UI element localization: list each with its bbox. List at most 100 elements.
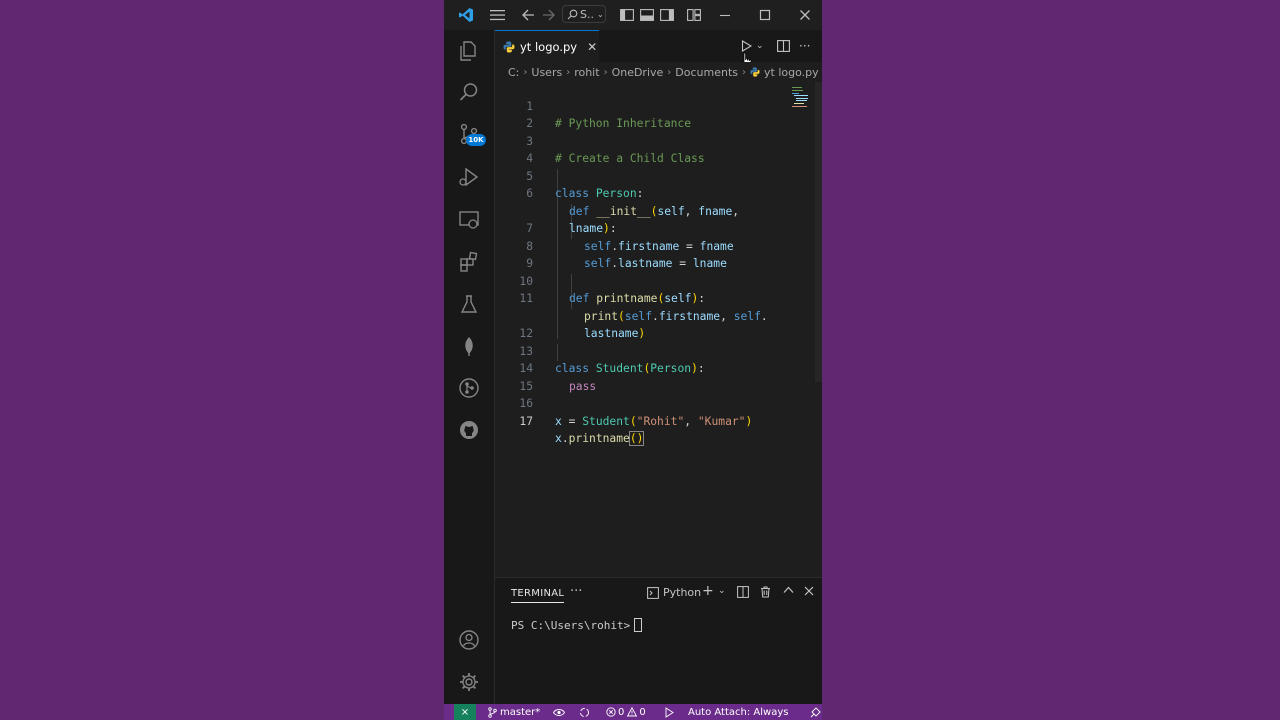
toggle-panel-icon[interactable] — [640, 6, 654, 24]
code-line: 15 — [495, 360, 815, 393]
background-left — [0, 0, 444, 720]
toggle-sidebar-icon[interactable] — [620, 6, 634, 24]
split-editor-icon[interactable] — [777, 38, 790, 54]
line-content: x = Student("Rohit", "Kumar") — [555, 414, 753, 428]
auto-attach-label: Auto Attach: Always — [688, 706, 789, 718]
editor-scrollbar[interactable] — [815, 82, 822, 382]
breadcrumb-item[interactable]: rohit — [574, 66, 599, 79]
background-right — [822, 0, 1280, 720]
code-line: 12 — [495, 308, 815, 340]
play-icon — [741, 40, 752, 52]
more-actions-icon[interactable]: ··· — [799, 38, 810, 54]
breadcrumb-item[interactable]: C: — [508, 66, 519, 79]
explorer-icon[interactable] — [457, 39, 481, 63]
code-line-active: 17 x.printname() — [495, 395, 815, 446]
branch-status[interactable]: master* — [488, 704, 540, 720]
source-control-badge: 10K — [466, 134, 486, 146]
title-bar: S.. ⌄ — [444, 0, 822, 30]
terminal-icon — [647, 586, 659, 599]
chevron-right-icon: › — [603, 66, 608, 78]
status-bar: ⨯ master* 0 0 Auto Attach: Always — [444, 704, 822, 720]
close-panel-icon[interactable] — [804, 586, 814, 596]
code-line: lname): — [495, 185, 815, 235]
back-arrow-icon[interactable] — [522, 6, 535, 24]
search-icon — [567, 9, 578, 20]
tab-label: yt logo.py — [520, 39, 578, 54]
maximize-panel-chevron-up-icon[interactable] — [783, 586, 794, 594]
breadcrumb-item[interactable]: Documents — [675, 66, 738, 79]
code-line: 8 self.lastname = lname — [495, 220, 815, 271]
branch-name: master* — [500, 706, 541, 718]
forward-arrow-icon[interactable] — [542, 6, 555, 24]
terminal-cursor — [634, 618, 643, 632]
breadcrumb-item[interactable]: Users — [531, 66, 562, 79]
close-window-icon[interactable] — [799, 6, 811, 24]
trash-icon[interactable] — [760, 586, 771, 598]
accounts-icon[interactable] — [457, 628, 481, 652]
error-count: 0 — [618, 706, 625, 718]
extensions-icon[interactable] — [457, 250, 481, 274]
vscode-window: S.. ⌄ 10K yt logo.py ✕ ⌄ ··· C: › Users … — [444, 0, 822, 720]
code-line: 3 # Create a Child Class — [495, 115, 815, 166]
auto-attach-status[interactable]: Auto Attach: Always — [663, 704, 788, 720]
feedback-icon[interactable] — [810, 704, 821, 720]
code-line: 7 self.firstname = fname — [495, 203, 815, 253]
close-tab-icon[interactable]: ✕ — [587, 40, 597, 54]
line-number: 17 — [519, 414, 533, 428]
code-editor[interactable]: 1 # Python Inheritance 2 3 # Create a Ch… — [495, 80, 822, 577]
chevron-right-icon: › — [566, 66, 571, 78]
gitlens-icon[interactable] — [457, 376, 481, 400]
toggle-secondary-sidebar-icon[interactable] — [660, 6, 674, 24]
debug-icon — [663, 706, 674, 718]
code-line: 11 print(self.firstname, self. — [495, 273, 815, 323]
minimize-icon[interactable] — [719, 6, 731, 24]
line-content: x.printname() — [555, 431, 645, 446]
code-line: 5 class Person: — [495, 150, 815, 201]
tab-terminal[interactable]: TERMINAL — [511, 588, 565, 603]
panel-more-icon[interactable]: ··· — [570, 584, 582, 599]
chevron-down-icon: ⌄ — [596, 9, 604, 19]
problems-status[interactable]: 0 0 — [606, 704, 646, 720]
code-line: 1 # Python Inheritance — [495, 80, 815, 131]
testing-flask-icon[interactable] — [457, 292, 481, 316]
gear-icon[interactable] — [457, 670, 481, 694]
command-center-search[interactable]: S.. ⌄ — [562, 5, 606, 23]
remote-indicator-icon[interactable]: ⨯ — [454, 704, 476, 720]
terminal-prompt: PS C:\Users\rohit> — [511, 618, 631, 632]
breadcrumb: C: › Users › rohit › OneDrive › Documents › y… — [495, 62, 822, 82]
split-terminal-icon[interactable] — [737, 586, 749, 598]
breadcrumb-item[interactable]: yt logo.py — [764, 66, 819, 79]
chevron-right-icon: › — [667, 66, 672, 78]
python-file-icon — [503, 41, 520, 53]
remote-explorer-icon[interactable] — [457, 208, 481, 232]
search-icon[interactable] — [457, 80, 481, 104]
new-terminal-plus-icon[interactable]: + — [702, 583, 714, 599]
editor-tabs: yt logo.py ✕ ⌄ ··· — [495, 30, 822, 70]
minimap[interactable] — [791, 86, 813, 108]
eye-icon[interactable] — [553, 704, 565, 720]
sync-icon[interactable] — [579, 704, 590, 720]
terminal-output[interactable]: PS C:\Users\rohit> — [511, 618, 643, 632]
menu-icon[interactable] — [490, 6, 505, 24]
github-icon[interactable] — [457, 418, 481, 442]
customize-layout-icon[interactable] — [687, 6, 701, 24]
terminal-shell-selector[interactable]: Python — [647, 586, 701, 599]
chevron-down-icon[interactable]: ⌄ — [756, 41, 764, 51]
chevron-right-icon: › — [742, 66, 747, 78]
run-debug-icon[interactable] — [457, 165, 481, 189]
chevron-down-icon[interactable]: ⌄ — [718, 586, 726, 596]
code-line: 2 — [495, 98, 815, 130]
code-line: 16 x = Student("Rohit", "Kumar") — [495, 378, 815, 428]
code-line: 10 def printname(self): — [495, 255, 815, 306]
tab-yt-logo-py[interactable]: yt logo.py ✕ — [495, 30, 599, 62]
vscode-logo-icon — [458, 6, 474, 24]
error-icon — [606, 707, 616, 717]
text-cursor — [643, 432, 645, 446]
code-line: 9 — [495, 238, 815, 270]
search-label: S.. — [580, 7, 594, 21]
mongodb-leaf-icon[interactable] — [457, 334, 481, 358]
code-line: 6 def __init__(self, fname, — [495, 168, 815, 218]
maximize-icon[interactable] — [759, 6, 771, 24]
breadcrumb-item[interactable]: OneDrive — [612, 66, 664, 79]
code-line: 13 class Student(Person): — [495, 325, 815, 376]
